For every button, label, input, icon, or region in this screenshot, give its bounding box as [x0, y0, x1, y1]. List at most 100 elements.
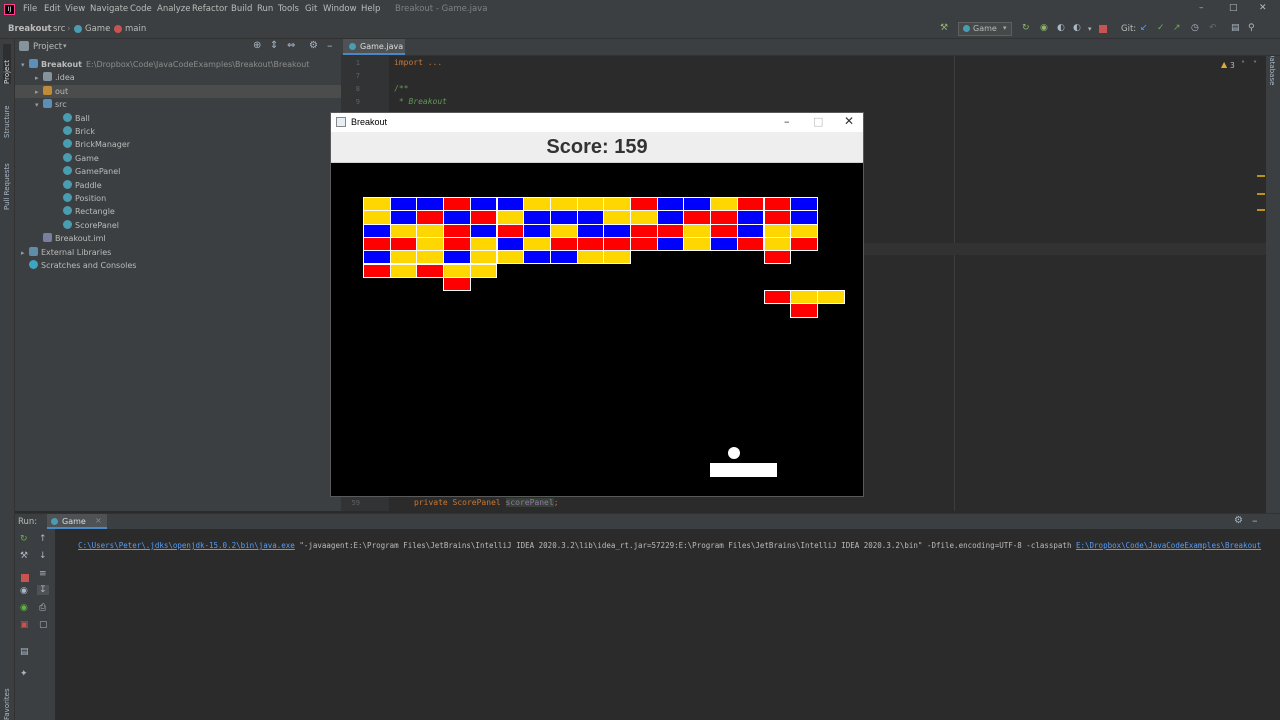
- chevron-right-icon[interactable]: ▸: [35, 86, 43, 99]
- menu-window[interactable]: Window: [323, 4, 357, 14]
- tree-item-out[interactable]: ▸ out: [15, 84, 341, 99]
- menu-refactor[interactable]: Refactor: [192, 4, 228, 14]
- pin-icon[interactable]: ✦: [20, 669, 28, 679]
- coverage-icon[interactable]: ◐: [1057, 23, 1065, 33]
- stop-icon[interactable]: [21, 574, 29, 582]
- git-history-icon[interactable]: ◷: [1191, 23, 1199, 33]
- print-icon[interactable]: ⎙: [39, 603, 46, 613]
- menu-file[interactable]: File: [23, 4, 37, 14]
- menu-code[interactable]: Code: [130, 4, 152, 14]
- expand-all-icon[interactable]: ⇕: [270, 40, 278, 51]
- close-icon[interactable]: ✕: [1259, 3, 1267, 13]
- chevron-down-icon[interactable]: ▾: [21, 59, 29, 72]
- arrow-down-icon[interactable]: ↓: [39, 551, 47, 561]
- git-update-icon[interactable]: ↙: [1140, 23, 1148, 33]
- menu-view[interactable]: View: [65, 4, 85, 14]
- chevron-down-icon[interactable]: ˅: [1253, 60, 1257, 69]
- menu-run[interactable]: Run: [257, 4, 273, 14]
- warning-icon[interactable]: ▲: [1221, 60, 1227, 69]
- code-line[interactable]: * Breakout: [394, 97, 447, 106]
- menu-analyze[interactable]: Analyze: [157, 4, 191, 14]
- tree-item-breakout[interactable]: ▾ Breakout E:\Dropbox\Code\JavaCodeExample…: [15, 58, 341, 71]
- trash-icon[interactable]: ▢: [39, 620, 48, 630]
- tree-item-src[interactable]: ▾ src: [15, 98, 341, 111]
- rollback-icon[interactable]: ↶: [1209, 23, 1217, 33]
- error-stripe-mark[interactable]: [1257, 193, 1265, 195]
- menu-navigate[interactable]: Navigate: [90, 4, 128, 14]
- tree-item-brick[interactable]: Brick: [15, 125, 341, 138]
- rerun-icon[interactable]: ↻: [20, 534, 28, 544]
- menu-edit[interactable]: Edit: [44, 4, 60, 14]
- search-icon[interactable]: ⚲: [1248, 23, 1255, 33]
- run-config-select[interactable]: Game ▾: [958, 22, 1012, 36]
- gear-icon[interactable]: ⚙: [1234, 515, 1243, 526]
- debug-bug-icon[interactable]: ◉: [20, 603, 28, 613]
- chevron-down-icon[interactable]: ▾: [35, 99, 43, 112]
- profiler-icon[interactable]: ◐: [1073, 23, 1081, 33]
- breadcrumb-main[interactable]: main: [125, 24, 146, 34]
- tree-item-position[interactable]: Position: [15, 192, 341, 205]
- tree-item--idea[interactable]: ▸ .idea: [15, 71, 341, 84]
- chevron-up-icon[interactable]: ˄: [1241, 60, 1245, 69]
- hide-panel-icon[interactable]: –: [1252, 514, 1258, 527]
- minimize-icon[interactable]: –: [1199, 3, 1204, 13]
- tab-project[interactable]: Project: [3, 44, 11, 84]
- code-line[interactable]: /**: [394, 84, 408, 93]
- tab-favorites[interactable]: Favorites: [3, 680, 11, 720]
- code-line-scorepanel[interactable]: private ScorePanel scorePanel;: [414, 498, 559, 507]
- camera-icon[interactable]: ◉: [20, 586, 28, 596]
- chevron-down-icon[interactable]: ▾: [1088, 25, 1092, 33]
- minimize-icon[interactable]: –: [784, 115, 790, 128]
- git-push-icon[interactable]: ↗: [1173, 23, 1181, 33]
- tree-item-gamepanel[interactable]: GamePanel: [15, 165, 341, 178]
- game-panel[interactable]: [331, 164, 863, 496]
- maximize-icon[interactable]: □: [1229, 3, 1238, 13]
- hide-panel-icon[interactable]: –: [327, 39, 333, 52]
- layout-icon[interactable]: ▤: [20, 647, 29, 657]
- tree-item-paddle[interactable]: Paddle: [15, 179, 341, 192]
- menu-help[interactable]: Help: [361, 4, 380, 14]
- tree-item-rectangle[interactable]: Rectangle: [15, 205, 341, 218]
- project-panel-title[interactable]: Project: [33, 42, 62, 52]
- tab-structure[interactable]: Structure: [3, 92, 11, 138]
- git-commit-icon[interactable]: ✓: [1157, 23, 1165, 33]
- console-java-path-link[interactable]: C:\Users\Peter\.jdks\openjdk-15.0.2\bin\…: [78, 541, 295, 550]
- stop-icon[interactable]: [1099, 25, 1107, 33]
- arrow-up-icon[interactable]: ↑: [39, 534, 47, 544]
- run-tab-game[interactable]: Game ×: [47, 514, 107, 529]
- project-structure-icon[interactable]: ▤: [1231, 23, 1240, 33]
- chevron-right-icon[interactable]: ▸: [35, 72, 43, 85]
- menu-git[interactable]: Git: [305, 4, 317, 14]
- build-hammer-icon[interactable]: ⚒: [940, 23, 948, 33]
- debug-bug-icon[interactable]: ◉: [1040, 23, 1048, 33]
- tab-pull-requests[interactable]: Pull Requests: [3, 148, 11, 210]
- gear-icon[interactable]: ⚙: [309, 40, 318, 51]
- scroll-to-end-icon[interactable]: ↧: [37, 585, 49, 595]
- menu-tools[interactable]: Tools: [278, 4, 299, 14]
- console-classpath-link[interactable]: E:\Dropbox\Code\JavaCodeExamples\Breakou…: [1076, 541, 1261, 550]
- error-stripe-mark[interactable]: [1257, 209, 1265, 211]
- tab-game-java[interactable]: Game.java: [343, 39, 405, 55]
- tree-item-game[interactable]: Game: [15, 152, 341, 165]
- tab-database[interactable]: Database: [1268, 52, 1276, 92]
- tree-item-ball[interactable]: Ball: [15, 112, 341, 125]
- wrench-icon[interactable]: ⚒: [20, 551, 28, 561]
- close-icon[interactable]: ✕: [844, 114, 854, 128]
- collapse-all-icon[interactable]: ⇔: [287, 40, 295, 51]
- close-icon[interactable]: ×: [95, 516, 102, 525]
- chevron-down-icon[interactable]: ▾: [63, 42, 67, 50]
- tree-item-external-libraries[interactable]: ▸ External Libraries: [15, 246, 341, 259]
- error-stripe-mark[interactable]: [1257, 175, 1265, 177]
- code-line[interactable]: import ...: [394, 58, 442, 67]
- tree-item-brickmanager[interactable]: BrickManager: [15, 138, 341, 151]
- exit-icon[interactable]: ▣: [20, 620, 29, 630]
- maximize-icon[interactable]: □: [813, 115, 823, 128]
- run-console[interactable]: C:\Users\Peter\.jdks\openjdk-15.0.2\bin\…: [55, 529, 1280, 720]
- rerun-icon[interactable]: ↻: [1022, 23, 1030, 33]
- tree-item-scorepanel[interactable]: ScorePanel: [15, 219, 341, 232]
- menu-build[interactable]: Build: [231, 4, 252, 14]
- breadcrumb-src[interactable]: src: [53, 24, 65, 34]
- chevron-right-icon[interactable]: ▸: [21, 247, 29, 260]
- tree-item-breakout-iml[interactable]: Breakout.iml: [15, 232, 341, 245]
- tree-item-scratches-and-consoles[interactable]: Scratches and Consoles: [15, 259, 341, 272]
